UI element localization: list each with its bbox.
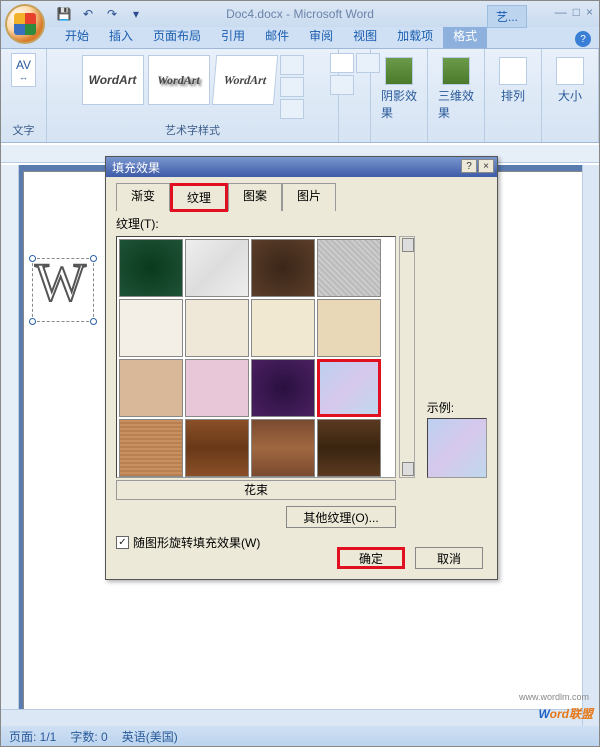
cube-icon [442, 57, 470, 85]
texture-swatch[interactable] [185, 419, 249, 477]
group-wordart-label: 艺术字样式 [165, 122, 220, 138]
group-text-label: 文字 [13, 122, 35, 138]
minimize-icon[interactable]: — [555, 5, 567, 19]
gallery-more-icon[interactable] [280, 99, 304, 119]
status-language[interactable]: 英语(美国) [122, 728, 178, 745]
texture-swatch[interactable] [317, 299, 381, 357]
office-button[interactable] [5, 4, 45, 44]
wordart-style-3[interactable]: WordArt [211, 55, 277, 105]
texture-swatch[interactable] [119, 239, 183, 297]
wordart-style-1[interactable]: WordArt [82, 55, 144, 105]
texture-swatch[interactable] [317, 419, 381, 477]
size-icon [556, 57, 584, 85]
close-icon[interactable]: × [586, 5, 593, 19]
wordart-style-2[interactable]: WordArt [148, 55, 210, 105]
texture-label: 纹理(T): [116, 215, 487, 232]
window-title: Doc4.docx - Microsoft Word [226, 7, 374, 21]
cancel-button[interactable]: 取消 [415, 547, 483, 569]
group-fill-outline [339, 49, 371, 142]
status-page[interactable]: 页面: 1/1 [9, 728, 56, 745]
status-words[interactable]: 字数: 0 [70, 728, 107, 745]
arrange-icon [499, 57, 527, 85]
texture-swatch[interactable] [119, 299, 183, 357]
texture-swatch[interactable] [251, 359, 315, 417]
redo-icon[interactable]: ↷ [103, 5, 121, 23]
rotate-checkbox-label: 随图形旋转填充效果(W) [133, 534, 260, 551]
group-shadow: 阴影效果 [371, 49, 428, 142]
shape-fill-button[interactable] [330, 53, 354, 73]
group-wordart-styles: WordArt WordArt WordArt 艺术字样式 [47, 49, 339, 142]
wordart-object[interactable] [32, 258, 94, 322]
spacing-button[interactable]: AV ↔ [11, 53, 36, 87]
av-icon: AV [16, 58, 31, 72]
wordart-gallery[interactable]: WordArt WordArt WordArt [80, 53, 306, 121]
texture-scrollbar[interactable] [399, 236, 415, 478]
group-3d: 三维效果 [428, 49, 485, 142]
contextual-tab-label[interactable]: 艺... [487, 5, 527, 28]
texture-swatch[interactable] [251, 419, 315, 477]
texture-grid [116, 236, 396, 478]
texture-swatch[interactable] [251, 299, 315, 357]
texture-swatch[interactable] [119, 419, 183, 477]
ok-button[interactable]: 确定 [337, 547, 405, 569]
tab-picture[interactable]: 图片 [282, 183, 336, 211]
texture-swatch[interactable] [185, 299, 249, 357]
tab-gradient[interactable]: 渐变 [116, 183, 170, 211]
texture-swatch[interactable] [119, 359, 183, 417]
resize-handle-se[interactable] [90, 318, 97, 325]
ribbon-tabs: 开始 插入 页面布局 引用 邮件 审阅 视图 加载项 格式 [1, 27, 599, 49]
dialog-close-icon[interactable]: × [478, 159, 494, 173]
maximize-icon[interactable]: □ [573, 5, 580, 19]
texture-swatch[interactable] [185, 359, 249, 417]
3d-effects-button[interactable]: 三维效果 [434, 53, 478, 125]
dialog-tabs: 渐变 纹理 图案 图片 [116, 183, 487, 211]
dialog-titlebar[interactable]: 填充效果 ? × [106, 157, 497, 177]
texture-swatch-selected[interactable] [317, 359, 381, 417]
resize-handle-sw[interactable] [29, 318, 36, 325]
quick-access-toolbar: 💾 ↶ ↷ ▾ [55, 5, 145, 23]
dialog-help-icon[interactable]: ? [461, 159, 477, 173]
status-bar: 页面: 1/1 字数: 0 英语(美国) [1, 726, 599, 746]
watermark-logo: Word联盟 [539, 698, 593, 724]
group-text: AV ↔ 文字 [1, 49, 47, 142]
texture-swatch[interactable] [251, 239, 315, 297]
texture-swatch[interactable] [317, 239, 381, 297]
fill-effects-dialog: 填充效果 ? × 渐变 纹理 图案 图片 纹理(T): [105, 156, 498, 580]
checkbox-icon[interactable]: ✓ [116, 536, 129, 549]
arrange-button[interactable]: 排列 [491, 53, 535, 108]
texture-swatch[interactable] [185, 239, 249, 297]
resize-handle-nw[interactable] [29, 255, 36, 262]
gallery-up-icon[interactable] [280, 55, 304, 75]
vertical-ruler[interactable] [1, 165, 19, 726]
sample-area: 示例: [427, 399, 493, 478]
shadow-icon [385, 57, 413, 85]
size-button[interactable]: 大小 [548, 53, 592, 108]
tab-pattern[interactable]: 图案 [228, 183, 282, 211]
undo-icon[interactable]: ↶ [79, 5, 97, 23]
tab-texture[interactable]: 纹理 [170, 183, 228, 212]
sample-label: 示例: [427, 399, 493, 416]
texture-name: 花束 [116, 480, 396, 500]
resize-handle-ne[interactable] [90, 255, 97, 262]
group-arrange: 排列 [485, 49, 542, 142]
title-bar: 💾 ↶ ↷ ▾ Doc4.docx - Microsoft Word 艺... … [1, 1, 599, 27]
horizontal-scrollbar[interactable] [1, 709, 582, 726]
qat-dropdown-icon[interactable]: ▾ [127, 5, 145, 23]
shadow-effects-button[interactable]: 阴影效果 [377, 53, 421, 125]
save-icon[interactable]: 💾 [55, 5, 73, 23]
dialog-body: 渐变 纹理 图案 图片 纹理(T): [106, 177, 497, 561]
dialog-title-text: 填充效果 [112, 159, 160, 176]
window-controls: — □ × [555, 5, 593, 19]
gallery-down-icon[interactable] [280, 77, 304, 97]
group-size: 大小 [542, 49, 599, 142]
ribbon: AV ↔ 文字 WordArt WordArt WordArt 艺术字样式 阴影… [1, 49, 599, 143]
change-shape-button[interactable] [330, 75, 354, 95]
sample-preview [427, 418, 487, 478]
other-texture-button[interactable]: 其他纹理(O)... [286, 506, 396, 528]
vertical-scrollbar[interactable] [582, 165, 599, 726]
help-icon[interactable]: ? [575, 31, 591, 47]
